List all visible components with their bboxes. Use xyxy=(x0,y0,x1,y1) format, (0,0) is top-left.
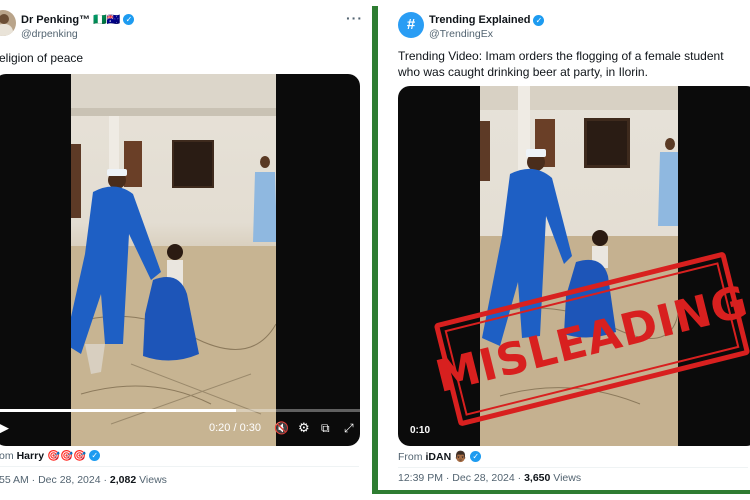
right-tweet: # Trending Explained ✓ @TrendingEx Trend… xyxy=(378,6,750,490)
views-label: Views xyxy=(136,474,167,486)
divider xyxy=(398,467,748,468)
from-user[interactable]: Harry xyxy=(17,450,44,462)
verified-badge-icon: ✓ xyxy=(123,14,135,25)
timestamp[interactable]: 55 AM · Dec 28, 2024 · xyxy=(0,474,110,486)
fullscreen-icon[interactable]: ⤢ xyxy=(344,421,354,436)
video-attribution: om Harry 🎯🎯🎯 ✓ xyxy=(0,449,101,462)
tweet-meta: 12:39 PM · Dec 28, 2024 · 3,650 Views xyxy=(398,472,581,484)
progress-bar[interactable] xyxy=(0,409,360,412)
left-tweet: Dr Penking™ 🇳🇬🇦🇺 ✓ @drpenking ··· eligio… xyxy=(0,0,366,500)
video-scene xyxy=(71,74,276,446)
verified-badge-icon: ✓ xyxy=(89,450,101,461)
video-attribution: From iDAN 👨🏾 ✓ xyxy=(398,450,482,463)
from-prefix: om xyxy=(0,449,14,462)
views-label: Views xyxy=(550,472,582,484)
from-emoji: 👨🏾 xyxy=(454,451,468,463)
author-name-line[interactable]: Dr Penking™ 🇳🇬🇦🇺 ✓ xyxy=(21,13,135,26)
avatar[interactable]: # xyxy=(398,12,424,38)
progress-fill xyxy=(0,409,236,412)
handle[interactable]: @drpenking xyxy=(21,28,78,40)
video-frame xyxy=(71,74,276,446)
from-emoji: 🎯🎯🎯 xyxy=(47,450,87,462)
tweet-text: Trending Video: Imam orders the flogging… xyxy=(398,49,724,79)
settings-gear-icon[interactable]: ⚙ xyxy=(298,420,310,436)
handle[interactable]: @TrendingEx xyxy=(429,28,493,40)
timestamp[interactable]: 12:39 PM · Dec 28, 2024 · xyxy=(398,472,524,484)
volume-icon[interactable]: 🔇 xyxy=(274,421,289,435)
verified-badge-icon: ✓ xyxy=(470,451,482,462)
avatar[interactable] xyxy=(0,10,16,36)
display-name[interactable]: Trending Explained xyxy=(429,14,530,26)
author-name-line[interactable]: Trending Explained ✓ xyxy=(429,14,545,26)
views-count: 3,650 xyxy=(524,472,551,484)
from-prefix: From xyxy=(398,450,423,463)
from-user[interactable]: iDAN xyxy=(426,451,452,463)
play-icon[interactable]: ▶ xyxy=(0,420,9,436)
divider xyxy=(0,466,359,467)
verified-badge-icon: ✓ xyxy=(533,14,545,26)
pip-icon[interactable]: ⧉ xyxy=(321,421,330,436)
tweet-meta: 55 AM · Dec 28, 2024 · 2,082 Views xyxy=(0,474,167,486)
video-time: 0:10 xyxy=(410,425,431,436)
more-options-icon[interactable]: ··· xyxy=(346,10,363,26)
video-time: 0:20 / 0:30 xyxy=(209,422,261,434)
flags: 🇳🇬🇦🇺 xyxy=(93,14,121,26)
views-count: 2,082 xyxy=(109,474,137,486)
tweet-text: eligion of peace xyxy=(0,51,84,65)
display-name[interactable]: Dr Penking™ xyxy=(21,14,90,26)
video-player[interactable]: ▶ 0:20 / 0:30 🔇 ⚙ ⧉ ⤢ xyxy=(0,74,360,446)
hashtag-logo-icon: # xyxy=(406,16,416,33)
